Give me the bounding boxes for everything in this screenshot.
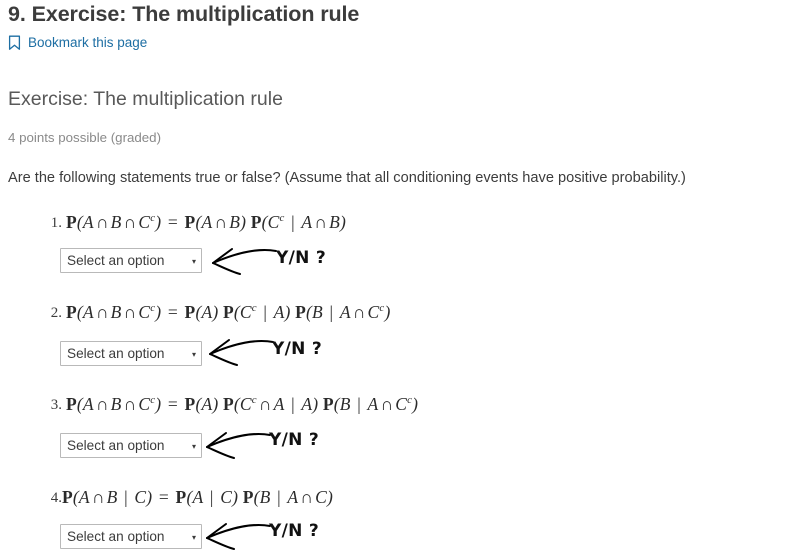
annotation-text: Y/N ?	[269, 521, 320, 541]
points-possible-label: 4 points possible (graded)	[8, 130, 162, 145]
bookmark-this-page-link[interactable]: Bookmark this page	[8, 34, 147, 50]
answer-select-4[interactable]: Select an option ▾	[60, 524, 202, 549]
arrow-icon	[212, 248, 277, 275]
question-expression: P(A ∩ B ∩ Cc) = P(A ∩ B) P(Cc | A ∩ B)	[66, 212, 347, 232]
problem-title: Exercise: The multiplication rule	[8, 88, 283, 110]
question-expression: P(A ∩ B ∩ Cc) = P(A) P(Cc | A) P(B | A ∩ Cc)	[66, 302, 391, 322]
answer-select-3[interactable]: Select an option ▾	[60, 433, 202, 458]
annotation-text: Y/N ?	[272, 339, 323, 359]
question-prompt: Are the following statements true or fal…	[8, 170, 686, 186]
question-number: 3.	[50, 397, 62, 413]
annotation-text: Y/N ?	[276, 248, 327, 268]
select-value: Select an option	[67, 346, 165, 361]
select-value: Select an option	[67, 253, 165, 268]
arrow-icon	[206, 523, 271, 550]
annotation-text: Y/N ?	[269, 430, 320, 450]
chevron-down-icon: ▾	[191, 349, 196, 359]
question-expression: P(A ∩ B | C) = P(A | C) P(B | A ∩ C)	[62, 487, 334, 507]
select-value: Select an option	[67, 438, 165, 453]
select-value: Select an option	[67, 529, 165, 544]
page-title: 9. Exercise: The multiplication rule	[8, 2, 360, 26]
bookmark-icon	[8, 35, 21, 51]
answer-select-2[interactable]: Select an option ▾	[60, 341, 202, 366]
answer-select-1[interactable]: Select an option ▾	[60, 248, 202, 273]
question-number: 2.	[50, 305, 62, 321]
chevron-down-icon: ▾	[191, 532, 196, 542]
exercise-page: 9. Exercise: The multiplication rule Boo…	[0, 0, 809, 560]
bookmark-label: Bookmark this page	[28, 34, 148, 50]
chevron-down-icon: ▾	[191, 256, 196, 266]
question-number: 1.	[50, 215, 62, 231]
question-expression: P(A ∩ B ∩ Cc) = P(A) P(Cc ∩ A | A) P(B | A ∩ Cc)	[66, 394, 419, 414]
question-number: 4.	[50, 490, 62, 506]
arrow-icon	[206, 432, 271, 459]
chevron-down-icon: ▾	[191, 441, 196, 451]
arrow-icon	[209, 339, 274, 366]
